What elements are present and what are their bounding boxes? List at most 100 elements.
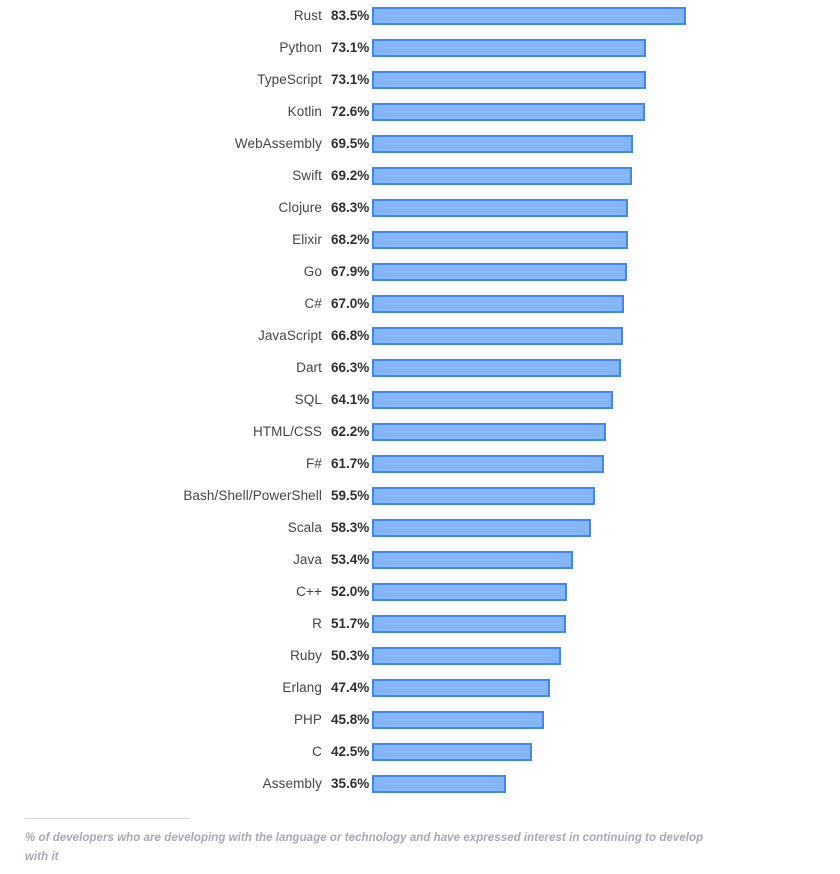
bar-row: Clojure 68.3% — [0, 192, 840, 224]
bar-row: Swift 69.2% — [0, 160, 840, 192]
bar-row: Scala 58.3% — [0, 512, 840, 544]
bar-row: Elixir 68.2% — [0, 224, 840, 256]
footnote-block: % of developers who are developing with … — [25, 818, 705, 867]
bar-value-label: 68.3% — [331, 200, 370, 215]
bar-track — [372, 576, 840, 608]
bar-fill — [372, 391, 613, 409]
bar-fill — [372, 167, 632, 185]
bar-row: F# 61.7% — [0, 448, 840, 480]
bar-value-label: 67.0% — [331, 296, 370, 311]
bar-category-label: Erlang — [282, 680, 322, 695]
bar-row: HTML/CSS 62.2% — [0, 416, 840, 448]
bar-value-label: 52.0% — [331, 584, 370, 599]
bar-category-label: SQL — [294, 392, 322, 407]
bar-track — [372, 96, 840, 128]
bar-value-label: 45.8% — [331, 712, 370, 727]
bar-fill — [372, 103, 645, 121]
bar-value-label: 35.6% — [331, 776, 370, 791]
bar-track — [372, 672, 840, 704]
bar-fill — [372, 135, 633, 153]
bar-row: C# 67.0% — [0, 288, 840, 320]
bar-track — [372, 704, 840, 736]
footnote-divider — [25, 818, 190, 819]
bar-category-label: C# — [304, 296, 322, 311]
bar-track — [372, 256, 840, 288]
bar-category-label: Scala — [287, 520, 322, 535]
bar-category-label: Kotlin — [287, 104, 322, 119]
bar-row: Python 73.1% — [0, 32, 840, 64]
bar-category-label: Ruby — [290, 648, 322, 663]
bar-row: Kotlin 72.6% — [0, 96, 840, 128]
footnote-text: % of developers who are developing with … — [25, 832, 704, 863]
bar-value-label: 59.5% — [331, 488, 370, 503]
bar-value-label: 62.2% — [331, 424, 370, 439]
bar-row: Java 53.4% — [0, 544, 840, 576]
bar-row: Bash/Shell/PowerShell 59.5% — [0, 480, 840, 512]
bar-value-label: 51.7% — [331, 616, 370, 631]
bar-track — [372, 32, 840, 64]
bar-fill — [372, 199, 629, 217]
bar-track — [372, 736, 840, 768]
bar-category-label: Go — [303, 264, 322, 279]
bar-value-label: 64.1% — [331, 392, 370, 407]
bar-category-label: Rust — [293, 8, 322, 23]
bar-row: R 51.7% — [0, 608, 840, 640]
bar-row: Ruby 50.3% — [0, 640, 840, 672]
bar-fill — [372, 359, 621, 377]
bar-row: Erlang 47.4% — [0, 672, 840, 704]
bar-category-label: R — [312, 616, 322, 631]
bar-value-label: 42.5% — [331, 744, 370, 759]
bar-fill — [372, 327, 623, 345]
bar-fill — [372, 231, 629, 249]
bar-fill — [372, 39, 647, 57]
bar-category-label: Java — [293, 552, 322, 567]
bar-row: Assembly 35.6% — [0, 768, 840, 800]
bar-category-label: Bash/Shell/PowerShell — [183, 488, 322, 503]
bar-category-label: Python — [279, 40, 322, 55]
bar-track — [372, 608, 840, 640]
bar-category-label: WebAssembly — [234, 136, 322, 151]
bar-track — [372, 448, 840, 480]
bar-track — [372, 288, 840, 320]
bar-track — [372, 768, 840, 800]
bar-value-label: 50.3% — [331, 648, 370, 663]
bar-fill — [372, 455, 604, 473]
bar-category-label: Clojure — [278, 200, 322, 215]
bar-fill — [372, 679, 550, 697]
bar-track — [372, 384, 840, 416]
bar-category-label: Assembly — [262, 776, 322, 791]
bar-value-label: 47.4% — [331, 680, 370, 695]
bar-track — [372, 320, 840, 352]
bar-track — [372, 480, 840, 512]
bar-row: Dart 66.3% — [0, 352, 840, 384]
bar-value-label: 73.1% — [331, 40, 370, 55]
bar-value-label: 67.9% — [331, 264, 370, 279]
bar-category-label: TypeScript — [257, 72, 322, 87]
bar-track — [372, 640, 840, 672]
bar-value-label: 61.7% — [331, 456, 370, 471]
bar-value-label: 66.3% — [331, 360, 370, 375]
bar-category-label: Elixir — [292, 232, 322, 247]
bar-fill — [372, 263, 627, 281]
bar-row: SQL 64.1% — [0, 384, 840, 416]
bar-track — [372, 128, 840, 160]
bar-fill — [372, 583, 568, 601]
bar-category-label: PHP — [293, 712, 322, 727]
bar-fill — [372, 423, 606, 441]
bar-category-label: JavaScript — [257, 328, 322, 343]
bar-fill — [372, 7, 686, 25]
bar-track — [372, 512, 840, 544]
bar-category-label: HTML/CSS — [252, 424, 322, 439]
bar-fill — [372, 743, 532, 761]
bar-row: TypeScript 73.1% — [0, 64, 840, 96]
bar-value-label: 72.6% — [331, 104, 370, 119]
bar-chart: Rust 83.5% Python 73.1% TypeScript 73.1% Kotli… — [0, 0, 840, 874]
bar-value-label: 53.4% — [331, 552, 370, 567]
bar-fill — [372, 647, 561, 665]
bar-row: JavaScript 66.8% — [0, 320, 840, 352]
bar-track — [372, 0, 840, 32]
bar-fill — [372, 295, 624, 313]
bar-category-label: F# — [306, 456, 322, 471]
bar-row: WebAssembly 69.5% — [0, 128, 840, 160]
bar-value-label: 83.5% — [331, 8, 370, 23]
